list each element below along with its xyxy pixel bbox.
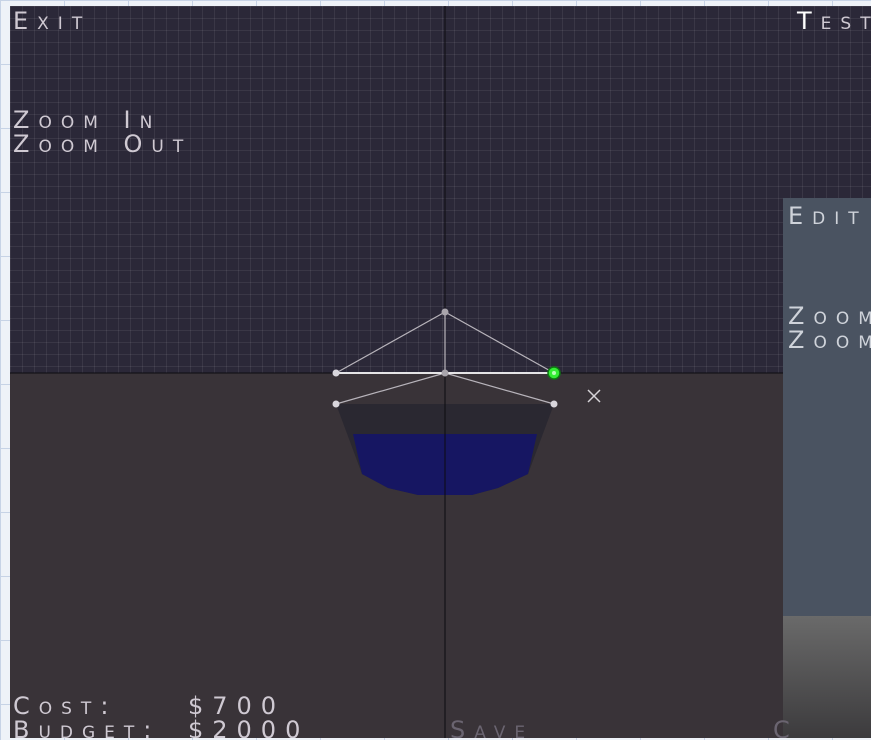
joint-node-icon[interactable] bbox=[550, 400, 558, 408]
partial-right-button[interactable]: C bbox=[773, 718, 799, 738]
exit-button[interactable]: Exit bbox=[13, 9, 91, 33]
joint-node-icon[interactable] bbox=[332, 400, 340, 408]
panel-zoom-out-button[interactable]: Zoom bbox=[788, 328, 871, 352]
joint-node-icon[interactable] bbox=[332, 369, 340, 377]
truss-beam-left-top bbox=[335, 311, 446, 374]
preview-panel: Edit Zoom Zoom bbox=[783, 198, 871, 738]
truss-beam-right-top bbox=[444, 311, 555, 374]
budget-label: Budget: bbox=[13, 716, 161, 738]
game-frame[interactable]: Exit Zoom In Zoom Out Test Edit Zoom Zoo… bbox=[10, 6, 871, 738]
joint-node-icon[interactable] bbox=[441, 369, 449, 377]
test-button[interactable]: Test bbox=[797, 9, 871, 33]
crosshair-x-icon bbox=[587, 389, 601, 403]
truss-beam-right-bottom bbox=[444, 372, 555, 405]
truss-beam-left-bottom bbox=[335, 372, 446, 405]
panel-edit-button[interactable]: Edit bbox=[788, 204, 868, 228]
cost-value: $700 bbox=[188, 692, 286, 720]
zoom-out-button[interactable]: Zoom Out bbox=[13, 132, 192, 156]
panel-zoom-in-button[interactable]: Zoom bbox=[788, 304, 871, 328]
test-button-initial: T bbox=[797, 7, 821, 35]
selected-joint-highlight bbox=[552, 371, 556, 375]
save-button[interactable]: Save bbox=[450, 718, 534, 738]
cost-label: Cost: bbox=[13, 692, 118, 720]
joint-node-icon[interactable] bbox=[441, 308, 449, 316]
test-button-rest: est bbox=[820, 7, 871, 35]
budget-value: $2000 bbox=[188, 716, 310, 738]
zoom-in-button[interactable]: Zoom In bbox=[13, 108, 161, 132]
